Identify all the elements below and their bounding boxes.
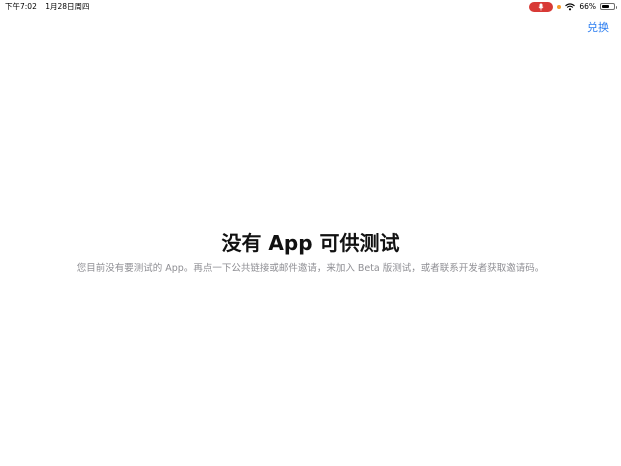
battery-percent: 66% — [579, 2, 596, 11]
redeem-button[interactable]: 兑换 — [587, 19, 609, 35]
battery-icon — [600, 3, 617, 10]
microphone-indicator — [529, 1, 554, 12]
microphone-icon — [538, 3, 544, 11]
wifi-icon — [565, 2, 576, 10]
empty-state-title: 没有 App 可供测试 — [221, 231, 400, 255]
battery-cap — [615, 6, 617, 9]
privacy-dot — [557, 4, 562, 9]
status-time: 下午7:02 — [5, 2, 37, 11]
empty-state: 没有 App 可供测试 您目前没有要测试的 App。再点一下公共链接或邮件邀请，… — [0, 228, 621, 276]
status-bar: 下午7:02 1月28日周四 66% — [0, 0, 621, 13]
status-right: 66% — [529, 0, 617, 13]
battery-fill — [602, 5, 610, 8]
empty-state-description: 您目前没有要测试的 App。再点一下公共链接或邮件邀请，来加入 Beta 版测试… — [76, 263, 545, 274]
status-left: 下午7:02 1月28日周四 — [5, 0, 90, 13]
status-date: 1月28日周四 — [45, 2, 90, 11]
